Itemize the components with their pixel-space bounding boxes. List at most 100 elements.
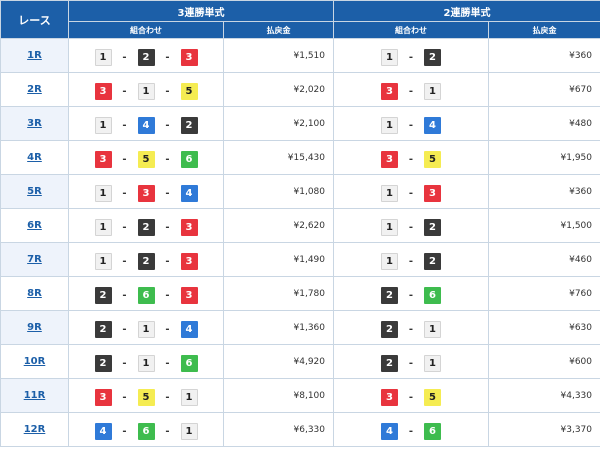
trifecta-combination-cell: 1-2-3 [68, 208, 224, 243]
trifecta-combination: 1-3-4 [94, 185, 198, 202]
exacta-combination: 3-5 [381, 151, 441, 168]
combination-separator: - [122, 426, 127, 437]
boat-number-badge: 5 [180, 83, 198, 100]
boat-number-badge: 1 [94, 49, 112, 66]
race-cell: 2R [0, 72, 69, 107]
race-link[interactable]: 1R [27, 50, 42, 61]
trifecta-payout: ¥2,620 [223, 208, 334, 243]
table-row: 9R 2-1-4 ¥1,360 2-1 ¥630 [0, 310, 600, 345]
exacta-combination: 2-1 [381, 355, 441, 372]
header-exacta-combination: 組合わせ [333, 21, 489, 39]
trifecta-combination: 1-2-3 [94, 219, 198, 236]
combination-separator: - [165, 120, 170, 131]
header-exacta: 2連勝単式 [333, 0, 600, 22]
boat-number-badge: 6 [424, 423, 441, 440]
table-row: 3R 1-4-2 ¥2,100 1-4 ¥480 [0, 106, 600, 141]
exacta-combination: 1-2 [381, 219, 441, 236]
combination-separator: - [165, 188, 170, 199]
combination-separator: - [408, 222, 414, 233]
boat-number-badge: 2 [94, 355, 112, 372]
combination-separator: - [165, 52, 170, 63]
boat-number-badge: 3 [381, 83, 398, 100]
boat-number-badge: 2 [381, 355, 398, 372]
exacta-payout: ¥3,370 [488, 412, 600, 447]
header-race: レース [0, 0, 69, 39]
race-link[interactable]: 8R [27, 288, 42, 299]
exacta-combination: 1-3 [381, 185, 441, 202]
trifecta-combination-cell: 1-2-3 [68, 242, 224, 277]
trifecta-combination-cell: 1-4-2 [68, 106, 224, 141]
race-link[interactable]: 9R [27, 322, 42, 333]
combination-separator: - [122, 256, 127, 267]
race-results-table: レース 3連勝単式 2連勝単式 組合わせ 払戻金 組合わせ 払戻金 1R 1-2-… [0, 0, 600, 447]
trifecta-combination: 1-2-3 [94, 49, 198, 66]
exacta-combination-cell: 3-5 [333, 378, 489, 413]
boat-number-badge: 3 [424, 185, 441, 202]
combination-separator: - [408, 290, 414, 301]
race-link[interactable]: 6R [27, 220, 42, 231]
trifecta-combination: 1-2-3 [94, 253, 198, 270]
race-link[interactable]: 4R [27, 152, 42, 163]
exacta-combination-cell: 1-2 [333, 38, 489, 73]
boat-number-badge: 1 [94, 219, 112, 236]
boat-number-badge: 3 [180, 49, 198, 66]
boat-number-badge: 1 [94, 185, 112, 202]
boat-number-badge: 1 [381, 49, 398, 66]
trifecta-payout: ¥1,360 [223, 310, 334, 345]
race-cell: 7R [0, 242, 69, 277]
race-link[interactable]: 11R [24, 390, 46, 401]
exacta-combination-cell: 2-6 [333, 276, 489, 311]
boat-number-badge: 2 [424, 253, 441, 270]
combination-separator: - [408, 256, 414, 267]
exacta-payout: ¥460 [488, 242, 600, 277]
combination-separator: - [165, 324, 170, 335]
boat-number-badge: 2 [180, 117, 198, 134]
boat-number-badge: 4 [424, 117, 441, 134]
boat-number-badge: 5 [424, 151, 441, 168]
exacta-payout: ¥630 [488, 310, 600, 345]
results-body: 1R 1-2-3 ¥1,510 1-2 ¥360 2R 3-1-5 ¥2,020 3-1 ¥670… [0, 38, 600, 447]
race-link[interactable]: 2R [27, 84, 42, 95]
boat-number-badge: 1 [424, 355, 441, 372]
header-exacta-payout: 払戻金 [488, 21, 600, 39]
exacta-combination: 2-1 [381, 321, 441, 338]
header-trifecta-payout: 払戻金 [223, 21, 334, 39]
trifecta-combination-cell: 1-3-4 [68, 174, 224, 209]
race-cell: 10R [0, 344, 69, 379]
trifecta-combination: 3-5-6 [94, 151, 198, 168]
exacta-combination-cell: 1-3 [333, 174, 489, 209]
race-link[interactable]: 12R [24, 424, 46, 435]
boat-number-badge: 3 [381, 151, 398, 168]
trifecta-payout: ¥2,020 [223, 72, 334, 107]
table-row: 11R 3-5-1 ¥8,100 3-5 ¥4,330 [0, 378, 600, 413]
boat-number-badge: 6 [137, 423, 155, 440]
race-link[interactable]: 5R [27, 186, 42, 197]
table-row: 10R 2-1-6 ¥4,920 2-1 ¥600 [0, 344, 600, 379]
trifecta-combination: 2-1-4 [94, 321, 198, 338]
exacta-combination-cell: 1-2 [333, 242, 489, 277]
boat-number-badge: 1 [424, 83, 441, 100]
combination-separator: - [408, 392, 414, 403]
table-row: 12R 4-6-1 ¥6,330 4-6 ¥3,370 [0, 412, 600, 447]
race-link[interactable]: 10R [24, 356, 46, 367]
exacta-combination-cell: 1-4 [333, 106, 489, 141]
boat-number-badge: 6 [180, 151, 198, 168]
boat-number-badge: 4 [94, 423, 112, 440]
combination-separator: - [122, 358, 127, 369]
boat-number-badge: 1 [381, 185, 398, 202]
exacta-payout: ¥4,330 [488, 378, 600, 413]
trifecta-combination: 4-6-1 [94, 423, 198, 440]
exacta-payout: ¥360 [488, 174, 600, 209]
boat-number-badge: 3 [137, 185, 155, 202]
exacta-payout: ¥670 [488, 72, 600, 107]
trifecta-combination: 3-5-1 [94, 389, 198, 406]
boat-number-badge: 6 [137, 287, 155, 304]
race-link[interactable]: 3R [27, 118, 42, 129]
trifecta-payout: ¥1,490 [223, 242, 334, 277]
race-link[interactable]: 7R [27, 254, 42, 265]
exacta-combination: 1-2 [381, 49, 441, 66]
combination-separator: - [122, 324, 127, 335]
boat-number-badge: 3 [180, 219, 198, 236]
combination-separator: - [408, 188, 414, 199]
boat-number-badge: 2 [94, 321, 112, 338]
